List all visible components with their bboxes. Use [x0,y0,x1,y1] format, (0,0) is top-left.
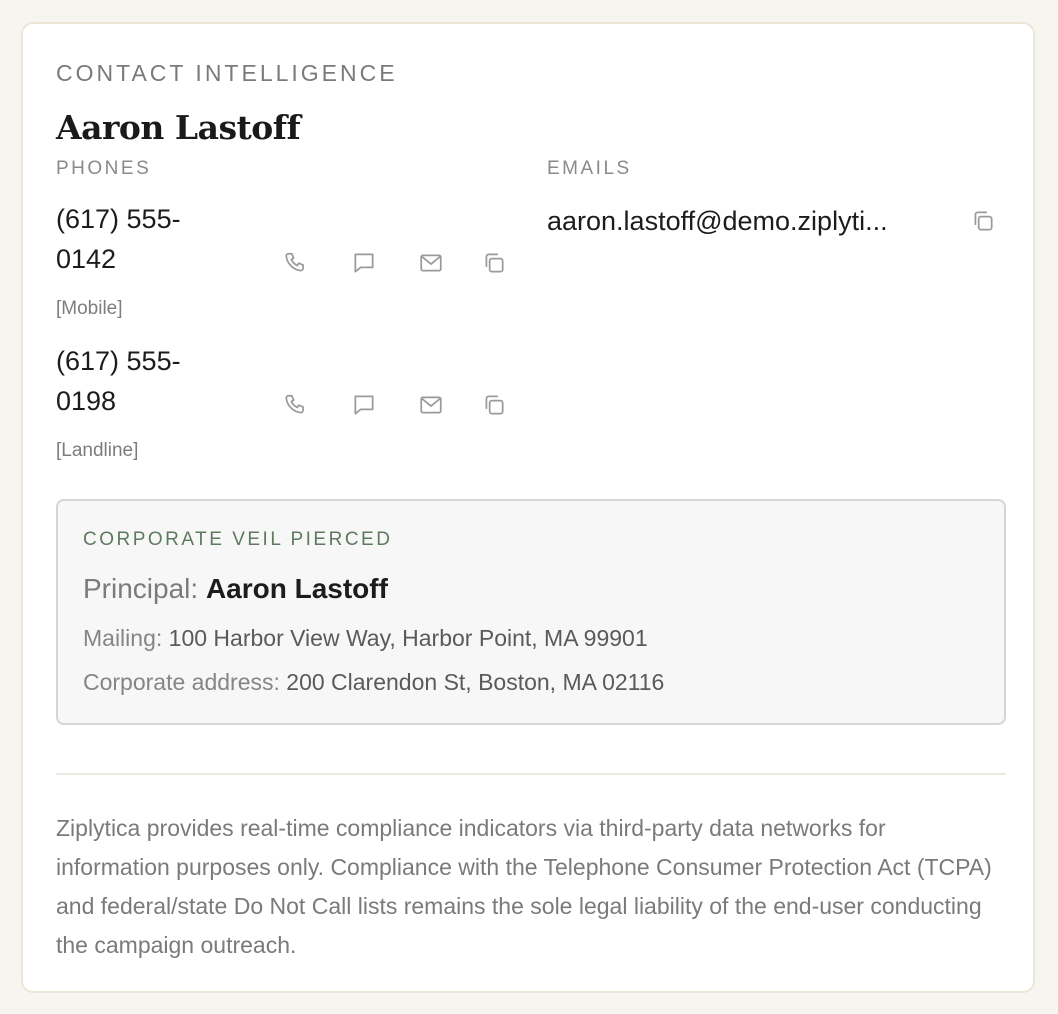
phone-icon[interactable] [281,248,311,278]
chat-icon[interactable] [349,390,379,420]
emails-header: EMAILS [547,158,632,179]
contact-name: Aaron Lastoff [56,108,301,147]
email-address[interactable]: aaron.lastoff@demo.ziplyti... [547,206,947,237]
phones-header: PHONES [56,158,152,179]
phone-number[interactable]: (617) 555-0142 [56,199,236,279]
copy-icon[interactable] [968,206,998,236]
corporate-label: Corporate address: [83,669,287,695]
principal-label: Principal: [83,573,206,604]
mailing-address: Mailing: 100 Harbor View Way, Harbor Poi… [83,625,648,652]
corporate-address: Corporate address: 200 Clarendon St, Bos… [83,669,664,696]
mail-icon[interactable] [416,390,446,420]
mail-icon[interactable] [416,248,446,278]
corporate-value: 200 Clarendon St, Boston, MA 02116 [286,669,665,695]
principal-name: Aaron Lastoff [205,573,388,604]
principal-line: Principal: Aaron Lastoff [83,573,388,605]
mailing-label: Mailing: [83,625,169,651]
copy-icon[interactable] [479,390,509,420]
phone-type: [Mobile] [56,298,123,319]
phone-icon[interactable] [281,390,311,420]
divider [56,773,1006,775]
mailing-value: 100 Harbor View Way, Harbor Point, MA 99… [168,625,648,651]
copy-icon[interactable] [479,248,509,278]
veil-title: CORPORATE VEIL PIERCED [83,529,393,550]
corporate-veil-panel: CORPORATE VEIL PIERCED Principal: Aaron … [56,499,1006,725]
contact-card: CONTACT INTELLIGENCE Aaron Lastoff PHONE… [21,22,1035,993]
phone-number[interactable]: (617) 555-0198 [56,341,236,421]
phone-type: [Landline] [56,440,139,461]
card-eyebrow: CONTACT INTELLIGENCE [56,60,398,86]
chat-icon[interactable] [349,248,379,278]
compliance-disclaimer: Ziplytica provides real-time compliance … [56,815,992,958]
